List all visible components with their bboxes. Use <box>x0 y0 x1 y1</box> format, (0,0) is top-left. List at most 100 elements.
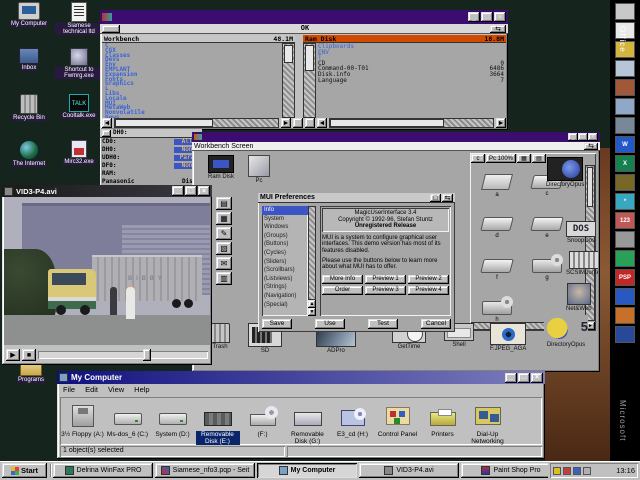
menu-item[interactable]: View <box>108 385 124 394</box>
tasks-icon[interactable] <box>615 79 635 96</box>
scroll-right-button[interactable]: ► <box>281 118 291 128</box>
maximize-button[interactable]: □ <box>481 12 493 22</box>
dock-icon[interactable]: ▧ <box>216 242 232 255</box>
minimize-button[interactable]: _ <box>505 373 517 383</box>
video-titlebar[interactable]: VID3-P4.avi _ □ × <box>2 185 212 197</box>
scroll-down-button[interactable]: ▼ <box>308 308 316 316</box>
close-button[interactable]: × <box>588 133 598 141</box>
close-button[interactable]: × <box>531 373 543 383</box>
mui-action-button[interactable]: Preview 1 <box>365 275 406 284</box>
desktop-icon-the-internet[interactable]: The Internet <box>4 140 54 186</box>
right-hscrollbar[interactable] <box>329 118 494 128</box>
menu-item[interactable]: File <box>63 385 75 394</box>
list-entry[interactable]: Language 7 <box>316 78 506 84</box>
pc-drive-e[interactable]: e <box>522 207 572 249</box>
mui-bottom-button[interactable]: Save <box>262 319 292 329</box>
left-pane-vscrollbar[interactable] <box>282 43 295 118</box>
mycomputer-item-e3cd-h[interactable]: E3_cd (H:) <box>330 401 375 438</box>
mui-category[interactable]: (Listviews) <box>262 275 308 284</box>
desktop-icon-shortcut-fwmrg[interactable]: Shortcut to Fwmrg.exe <box>54 48 104 94</box>
taskbar-button-vid3p4[interactable]: VID3-P4.avi <box>359 463 459 478</box>
close-gadget[interactable] <box>102 130 111 137</box>
office-logo-icon[interactable] <box>615 3 635 20</box>
maximize-button[interactable]: □ <box>578 133 588 141</box>
mui-category[interactable]: Info <box>262 206 308 215</box>
mycomputer-item-dialup[interactable]: Dial-Up Networking <box>465 401 510 445</box>
dock-icon[interactable]: ▥ <box>216 272 232 285</box>
mui-category[interactable]: (Sliders) <box>262 258 308 267</box>
snowflake-icon[interactable]: * <box>615 193 635 210</box>
scroll-thumb[interactable] <box>284 45 293 63</box>
minimize-button[interactable]: _ <box>568 133 578 141</box>
wb-icon-trash[interactable]: Trash <box>210 323 230 350</box>
volume-tray-icon[interactable] <box>553 467 561 475</box>
mycomputer-item-floppy-a[interactable]: 3½ Floppy (A:) <box>60 401 105 438</box>
pc-drive-a[interactable]: a <box>472 165 522 207</box>
scroll-left-button[interactable]: ◄ <box>102 118 112 128</box>
minimize-button[interactable]: _ <box>172 186 184 196</box>
seek-slider[interactable] <box>38 351 208 359</box>
zoom-gadget[interactable]: □ <box>430 194 441 202</box>
scroll-right-button[interactable]: ► <box>496 118 506 128</box>
wb-icon-snoopdos[interactable]: DOS SnoopDos <box>566 221 596 244</box>
mycomputer-item-removable-g[interactable]: Removable Disk (G:) <box>285 401 330 445</box>
pane-swap-button[interactable] <box>293 118 303 128</box>
menu-item[interactable]: Help <box>134 385 149 394</box>
pane-lock-button[interactable] <box>305 118 315 128</box>
scroll-left-button[interactable]: ◄ <box>317 118 327 128</box>
mui-category-list[interactable]: InfoSystemWindows(Groups)(Buttons)(Cycle… <box>262 206 308 316</box>
screen-depth-gadget[interactable]: ⇆ <box>584 143 598 150</box>
mui-bottom-button[interactable]: Test <box>368 319 398 329</box>
right-file-list[interactable]: Clipboards ENV T CD <box>316 43 506 118</box>
mui-action-button[interactable]: Preview 3 <box>365 286 406 295</box>
mui-category[interactable]: (Cycles) <box>262 249 308 258</box>
mui-action-button[interactable]: Preview 4 <box>408 286 449 295</box>
maximize-button[interactable]: □ <box>185 186 197 196</box>
scroll-thumb[interactable] <box>305 45 314 71</box>
taskbar-button-winfax[interactable]: Delrina WinFax PRO <box>53 463 153 478</box>
mycomputer-item-printers[interactable]: Printers <box>420 401 465 438</box>
taskbar-button-my-computer[interactable]: My Computer <box>257 463 357 478</box>
mui-titlebar[interactable]: MUI Preferences □ ⇆ <box>258 193 455 203</box>
mui-category[interactable]: (Scrollbars) <box>262 266 308 275</box>
pc-toolbar-button[interactable]: ▦ <box>517 154 531 163</box>
mui-bottom-button[interactable]: Cancel <box>421 319 451 329</box>
paint-icon[interactable] <box>615 307 635 324</box>
dock-icon[interactable]: ✎ <box>216 227 232 240</box>
screen-gadget[interactable] <box>102 25 120 33</box>
pc-toolbar-button[interactable]: c <box>471 154 485 163</box>
device-window-titlebar[interactable]: DH0: <box>100 129 202 138</box>
device-row[interactable]: CD0: All <box>100 138 202 146</box>
taskbar-button-siamese[interactable]: Siamese_nfo3.pqp - Seit <box>155 463 255 478</box>
excel-icon[interactable]: X <box>615 155 635 172</box>
minimize-button[interactable]: _ <box>468 12 480 22</box>
mui-action-button[interactable]: Order <box>322 286 363 295</box>
wb-icon-directoryopus-device[interactable]: DirectoryOpus <box>546 157 584 188</box>
calculator-icon[interactable]: 123 <box>615 212 635 229</box>
close-button[interactable]: × <box>494 12 506 22</box>
wb-icon-net-web[interactable]: Net&Web <box>566 283 592 312</box>
wb-icon-directoryopus[interactable]: 5 DirectoryOpus <box>544 315 588 348</box>
psp-icon[interactable]: PSP <box>615 269 635 286</box>
depth-gadget[interactable]: ⇆ <box>442 194 453 202</box>
wb-icon-pc[interactable]: Pc <box>248 155 270 184</box>
mui-bottom-button[interactable]: Use <box>315 319 345 329</box>
desktop-icon-mirc32[interactable]: Mirc32.exe <box>54 140 104 186</box>
mui-category[interactable]: (Groups) <box>262 232 308 241</box>
close-button[interactable]: × <box>198 186 210 196</box>
mycomputer-item-removable-e[interactable]: Removable Disk (E:) <box>195 401 240 445</box>
display-tray-icon[interactable] <box>573 467 581 475</box>
schedule-icon[interactable] <box>615 98 635 115</box>
mui-category[interactable]: (Navigation) <box>262 292 308 301</box>
lister-titlebar[interactable]: _ □ × <box>100 10 508 24</box>
mycomputer-item-f[interactable]: (F:) <box>240 401 285 438</box>
right-pane-header[interactable]: Ram Disk 18.8M <box>303 35 506 43</box>
right-pane-vscrollbar[interactable] <box>303 43 316 118</box>
mycomputer-item-control-panel[interactable]: Control Panel <box>375 401 420 438</box>
stop-button[interactable]: ■ <box>22 349 36 361</box>
mui-category[interactable]: System <box>262 215 308 224</box>
play-button[interactable]: ▶ <box>6 349 20 361</box>
maximize-button[interactable]: □ <box>518 373 530 383</box>
printer-icon[interactable] <box>615 231 635 248</box>
wb-icon-ram-disk[interactable]: Ram Disk <box>208 155 234 184</box>
